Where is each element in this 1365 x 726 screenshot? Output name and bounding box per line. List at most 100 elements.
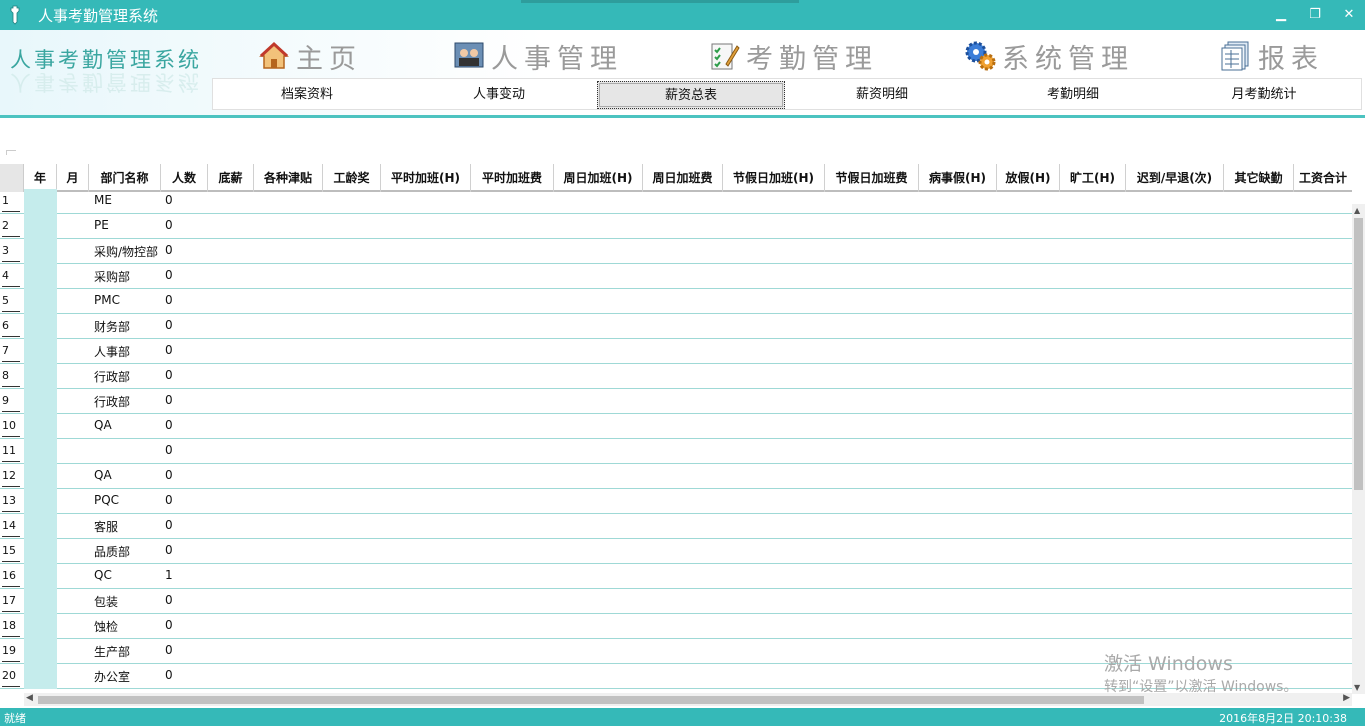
- col-header-holiday-ot-pay[interactable]: 节假日加班费: [825, 164, 919, 192]
- col-header-sick-leave[interactable]: 病事假(H): [919, 164, 997, 192]
- headcount-cell[interactable]: 0: [165, 343, 173, 357]
- header-corner[interactable]: [0, 164, 24, 192]
- col-header-weekday-ot-pay[interactable]: 平时加班费: [471, 164, 554, 192]
- dept-name-cell[interactable]: 采购/物控部: [94, 243, 158, 260]
- minimize-button[interactable]: ▁: [1272, 6, 1290, 24]
- table-row[interactable]: 2 PE 0: [0, 214, 1352, 239]
- headcount-cell[interactable]: 0: [165, 393, 173, 407]
- tab-salary-summary[interactable]: 薪资总表: [597, 81, 785, 109]
- col-header-base-pay[interactable]: 底薪: [208, 164, 254, 192]
- table-row[interactable]: 15 品质部 0: [0, 539, 1352, 564]
- tab-personnel-changes[interactable]: 人事变动: [405, 81, 593, 109]
- row-number[interactable]: 20: [2, 669, 20, 687]
- row-number[interactable]: 13: [2, 494, 20, 512]
- headcount-cell[interactable]: 0: [165, 618, 173, 632]
- vertical-scroll-thumb[interactable]: [1354, 218, 1363, 490]
- dept-name-cell[interactable]: QC: [94, 568, 112, 582]
- col-header-other-absence[interactable]: 其它缺勤: [1224, 164, 1294, 192]
- year-cell[interactable]: [24, 264, 57, 289]
- table-row[interactable]: 16 QC 1: [0, 564, 1352, 589]
- row-number[interactable]: 7: [2, 344, 20, 362]
- row-number[interactable]: 17: [2, 594, 20, 612]
- col-header-holiday-ot-hours[interactable]: 节假日加班(H): [723, 164, 825, 192]
- year-cell[interactable]: [24, 489, 57, 514]
- row-number[interactable]: 16: [2, 569, 20, 587]
- headcount-cell[interactable]: 0: [165, 293, 173, 307]
- table-row[interactable]: 14 客服 0: [0, 514, 1352, 539]
- year-cell[interactable]: [24, 639, 57, 664]
- dept-name-cell[interactable]: 生产部: [94, 643, 130, 660]
- scroll-right-icon[interactable]: ▶: [1343, 693, 1350, 703]
- dept-name-cell[interactable]: 包装: [94, 593, 118, 610]
- dept-name-cell[interactable]: 办公室: [94, 668, 130, 685]
- col-header-seniority[interactable]: 工龄奖: [323, 164, 381, 192]
- table-row[interactable]: 5 PMC 0: [0, 289, 1352, 314]
- dept-name-cell[interactable]: 蚀检: [94, 618, 118, 635]
- table-row[interactable]: 8 行政部 0: [0, 364, 1352, 389]
- dept-name-cell[interactable]: 客服: [94, 518, 118, 535]
- tab-salary-details[interactable]: 薪资明细: [788, 81, 976, 109]
- row-number[interactable]: 2: [2, 219, 20, 237]
- dept-name-cell[interactable]: PE: [94, 218, 109, 232]
- headcount-cell[interactable]: 0: [165, 268, 173, 282]
- col-header-allowances[interactable]: 各种津贴: [254, 164, 323, 192]
- row-number[interactable]: 3: [2, 244, 20, 262]
- headcount-cell[interactable]: 0: [165, 468, 173, 482]
- row-number[interactable]: 11: [2, 444, 20, 462]
- headcount-cell[interactable]: 0: [165, 243, 173, 257]
- vertical-scrollbar[interactable]: ▲ ▼: [1352, 204, 1365, 694]
- headcount-cell[interactable]: 0: [165, 493, 173, 507]
- dept-name-cell[interactable]: 行政部: [94, 393, 130, 410]
- nav-personnel[interactable]: 人事管理: [453, 36, 623, 76]
- headcount-cell[interactable]: 0: [165, 318, 173, 332]
- year-cell[interactable]: [24, 439, 57, 464]
- tab-records[interactable]: 档案资料: [213, 81, 401, 109]
- row-number[interactable]: 9: [2, 394, 20, 412]
- col-header-late-early[interactable]: 迟到/早退(次): [1126, 164, 1224, 192]
- year-cell[interactable]: [24, 189, 57, 214]
- table-row[interactable]: 7 人事部 0: [0, 339, 1352, 364]
- row-number[interactable]: 8: [2, 369, 20, 387]
- row-number[interactable]: 15: [2, 544, 20, 562]
- headcount-cell[interactable]: 1: [165, 568, 173, 582]
- headcount-cell[interactable]: 0: [165, 543, 173, 557]
- year-cell[interactable]: [24, 514, 57, 539]
- col-header-year[interactable]: 年: [24, 164, 57, 192]
- col-header-sunday-ot-pay[interactable]: 周日加班费: [643, 164, 723, 192]
- scroll-up-icon[interactable]: ▲: [1354, 206, 1360, 215]
- row-number[interactable]: 18: [2, 619, 20, 637]
- table-row[interactable]: 1 ME 0: [0, 189, 1352, 214]
- col-header-holiday[interactable]: 放假(H): [997, 164, 1060, 192]
- table-row[interactable]: 4 采购部 0: [0, 264, 1352, 289]
- row-number[interactable]: 12: [2, 469, 20, 487]
- headcount-cell[interactable]: 0: [165, 443, 173, 457]
- year-cell[interactable]: [24, 289, 57, 314]
- col-header-absence[interactable]: 旷工(H): [1060, 164, 1126, 192]
- year-cell[interactable]: [24, 614, 57, 639]
- headcount-cell[interactable]: 0: [165, 518, 173, 532]
- row-number[interactable]: 10: [2, 419, 20, 437]
- dept-name-cell[interactable]: 行政部: [94, 368, 130, 385]
- dept-name-cell[interactable]: 财务部: [94, 318, 130, 335]
- dept-name-cell[interactable]: PQC: [94, 493, 119, 507]
- year-cell[interactable]: [24, 539, 57, 564]
- year-cell[interactable]: [24, 389, 57, 414]
- dept-name-cell[interactable]: QA: [94, 418, 112, 432]
- dept-name-cell[interactable]: ME: [94, 193, 112, 207]
- table-row[interactable]: 17 包装 0: [0, 589, 1352, 614]
- year-cell[interactable]: [24, 214, 57, 239]
- year-cell[interactable]: [24, 364, 57, 389]
- year-cell[interactable]: [24, 339, 57, 364]
- table-row[interactable]: 9 行政部 0: [0, 389, 1352, 414]
- nav-system[interactable]: 系统管理: [964, 36, 1134, 76]
- year-cell[interactable]: [24, 464, 57, 489]
- col-header-total-salary[interactable]: 工资合计: [1294, 164, 1352, 192]
- restore-button[interactable]: ❐: [1306, 6, 1324, 24]
- scroll-left-icon[interactable]: ◀: [26, 693, 33, 703]
- scroll-down-icon[interactable]: ▼: [1354, 683, 1360, 692]
- table-row[interactable]: 6 财务部 0: [0, 314, 1352, 339]
- horizontal-scroll-thumb[interactable]: [38, 696, 1144, 704]
- table-row[interactable]: 13 PQC 0: [0, 489, 1352, 514]
- dept-name-cell[interactable]: PMC: [94, 293, 120, 307]
- row-number[interactable]: 19: [2, 644, 20, 662]
